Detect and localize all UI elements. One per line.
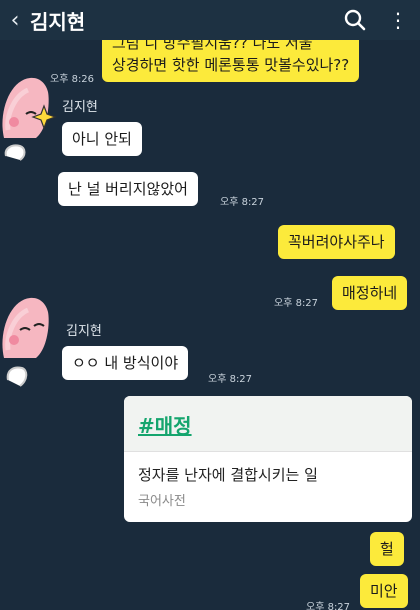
message-time: 오후 8:27 — [220, 197, 265, 208]
message-bubble-incoming[interactable]: ㅇㅇ 내 방식이야 — [62, 346, 189, 380]
message-bubble-incoming[interactable]: 난 널 버리지않았어 — [58, 172, 198, 206]
profile-avatar[interactable] — [0, 72, 62, 162]
card-body: 정자를 난자에 결합시키는 일 국어사전 — [124, 452, 412, 521]
card-hashtag[interactable]: #매정 — [138, 414, 192, 438]
message-time: 오후 8:27 — [306, 602, 351, 610]
more-vertical-icon[interactable]: ⋮ — [388, 10, 408, 30]
card-source: 국어사전 — [138, 494, 186, 509]
search-icon[interactable] — [344, 9, 366, 31]
sender-name: 김지현 — [62, 100, 98, 115]
message-bubble-incoming[interactable]: 아니 안되 — [62, 122, 142, 156]
dictionary-card[interactable]: #매정 정자를 난자에 결합시키는 일 국어사전 — [124, 396, 412, 522]
back-icon[interactable]: ‹ — [6, 8, 24, 33]
card-header: #매정 — [124, 396, 412, 452]
chat-area: 그럼 니 방수필지움?? 나도 서울 상경하면 핫한 메론통통 맛볼수있나?? … — [0, 0, 420, 610]
sender-name: 김지현 — [66, 324, 102, 339]
apeach-avatar-icon — [2, 77, 57, 161]
chat-title: 김지현 — [30, 9, 86, 34]
apeach-avatar-icon — [2, 297, 49, 387]
message-bubble-outgoing[interactable]: 헐 — [370, 532, 404, 566]
message-bubble-outgoing[interactable]: 매정하네 — [332, 276, 408, 310]
message-text-line: 상경하면 핫한 메론통통 맛볼수있나?? — [112, 56, 350, 74]
chat-header: ‹ 김지현 ⋮ — [0, 0, 420, 40]
card-description: 정자를 난자에 결합시키는 일 — [138, 466, 318, 484]
message-bubble-outgoing[interactable]: 미안 — [360, 574, 408, 608]
message-bubble-outgoing[interactable]: 꼭버려야사주나 — [278, 225, 395, 259]
message-time: 오후 8:27 — [208, 374, 253, 385]
message-time: 오후 8:27 — [274, 298, 319, 309]
profile-avatar[interactable] — [0, 292, 62, 387]
